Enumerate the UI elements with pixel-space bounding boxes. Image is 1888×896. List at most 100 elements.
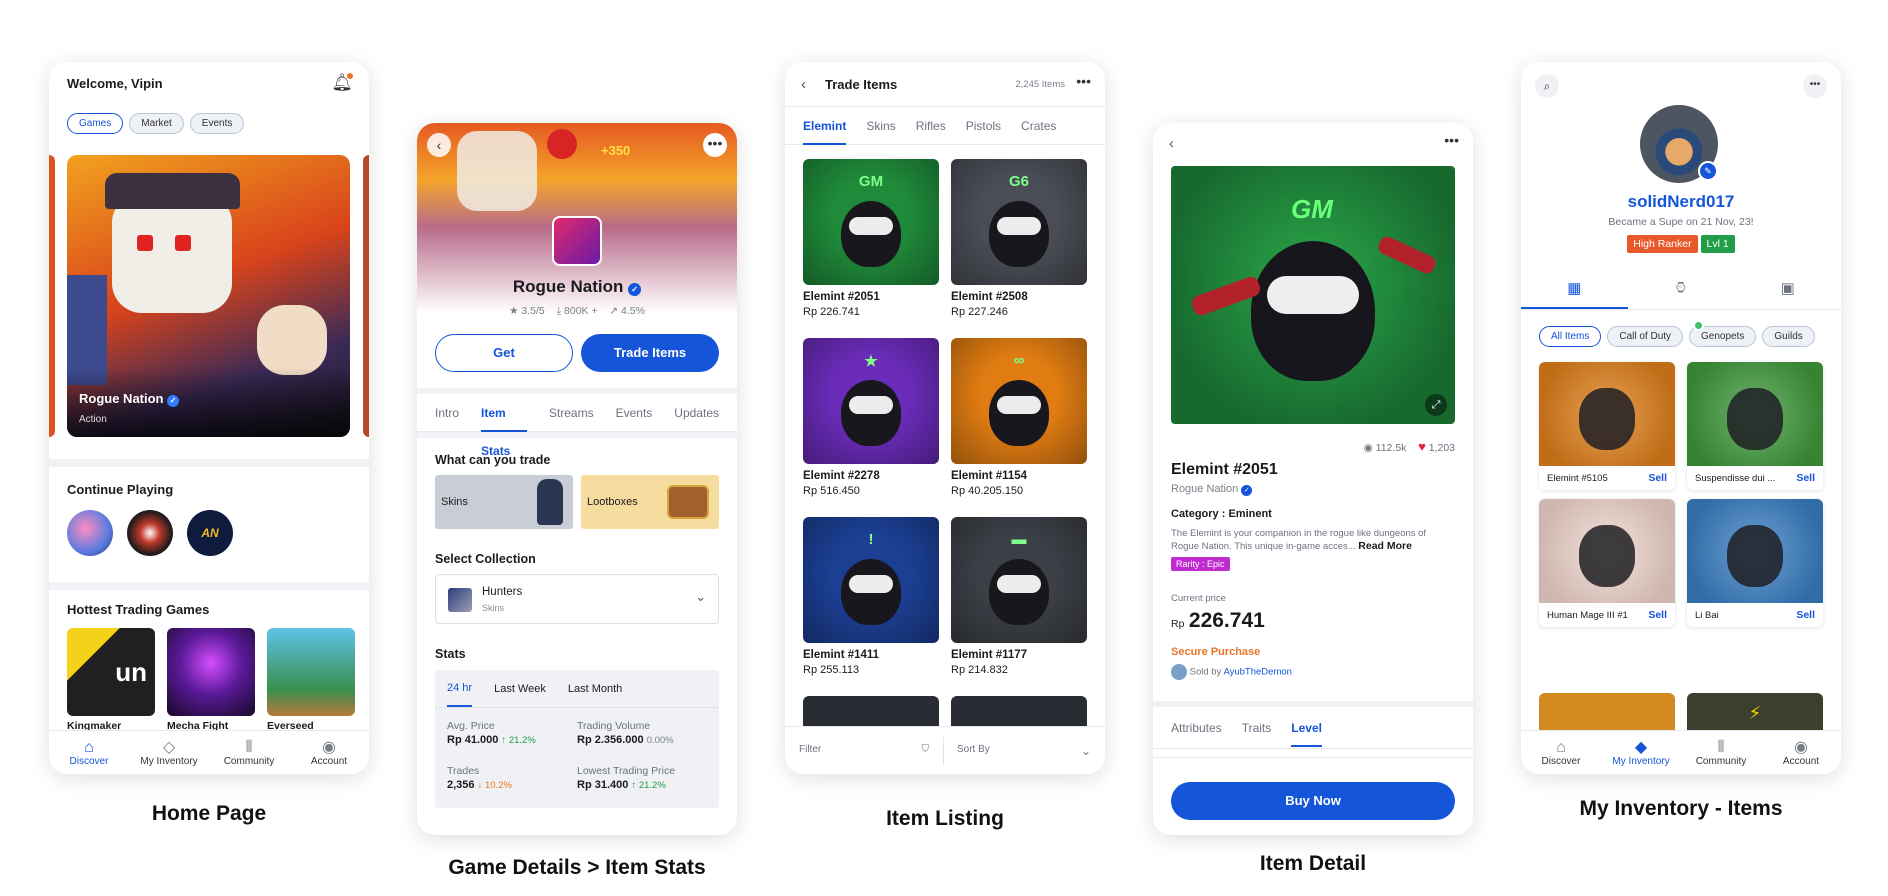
collection-title: Select Collection (435, 552, 536, 566)
avatar[interactable]: ✎ (1640, 105, 1718, 183)
item-mark: GM (1291, 194, 1333, 224)
growth: 4.5% (621, 305, 645, 317)
avg-price: Rp 41.000 (447, 734, 499, 746)
more-icon[interactable]: ••• (1444, 132, 1459, 148)
nav-community[interactable]: ⦀ Community (214, 739, 284, 767)
trade-type-lootboxes[interactable]: Lootboxes (581, 475, 719, 529)
item-price: Rp 255.113 (803, 664, 860, 676)
search-icon[interactable]: ⌕ (1535, 74, 1559, 98)
trade-items-button[interactable]: Trade Items (581, 334, 719, 372)
listing-item-card[interactable]: GM Elemint #2051 Rp 226.741 (803, 159, 939, 318)
collection-sub: Skins (482, 603, 505, 613)
tab-intro[interactable]: Intro (435, 394, 459, 432)
sort-button[interactable]: Sort By ⌄ (957, 744, 1091, 758)
back-button[interactable]: ‹ (427, 133, 451, 157)
filter-all-items[interactable]: All Items (1539, 326, 1602, 347)
continue-game-2[interactable] (127, 510, 173, 556)
listing-item-card[interactable]: ! Elemint #1411 Rp 255.113 (803, 517, 939, 676)
inventory-item-card[interactable]: Li Bai Sell (1687, 499, 1823, 627)
listing-item-card[interactable]: ▬ Elemint #1177 Rp 214.832 (951, 517, 1087, 676)
item-name: Elemint #2051 (1171, 461, 1278, 478)
filter-button[interactable]: Filter ⛉ (799, 744, 929, 755)
inventory-item-card[interactable]: Suspendisse dui ... Sell (1687, 362, 1823, 490)
account-icon: ◉ (322, 738, 336, 756)
tab-attributes[interactable]: Attributes (1171, 709, 1222, 747)
stats-tab-month[interactable]: Last Month (568, 683, 622, 695)
more-icon[interactable]: ••• (1076, 73, 1091, 89)
listing-item-card[interactable]: ∞ Elemint #1154 Rp 40.205.150 (951, 338, 1087, 497)
eye-icon: ◉ (1363, 442, 1373, 454)
game-details-screen: +350 ‹ ••• Rogue Nation ✓ ★ 3.5/5 ⤓ 800K… (417, 123, 737, 835)
badge-level: Lvl 1 (1700, 235, 1735, 253)
tab-skins[interactable]: Skins (866, 107, 895, 145)
bell-icon[interactable]: 🔔︎ (331, 73, 353, 93)
tab-elemint[interactable]: Elemint (803, 107, 847, 145)
tab-gallery[interactable]: ▣ (1734, 270, 1841, 309)
nav-discover[interactable]: ⌂ Discover (54, 739, 124, 767)
tab-pistols[interactable]: Pistols (966, 107, 1001, 145)
hottest-game-3[interactable]: Everseed (267, 628, 355, 732)
verified-icon: ✓ (628, 283, 642, 296)
sell-button[interactable]: Sell (1648, 609, 1667, 621)
listing-item-card[interactable]: G6 Elemint #2508 Rp 227.246 (951, 159, 1087, 318)
item-price: Rp 226.741 (803, 306, 860, 318)
chip-games[interactable]: Games (67, 113, 124, 134)
filter-guilds[interactable]: Guilds (1762, 326, 1815, 347)
nav-discover[interactable]: ⌂ Discover (1526, 739, 1596, 767)
sell-button[interactable]: Sell (1648, 472, 1667, 484)
stats-tab-24hr[interactable]: 24 hr (447, 671, 473, 707)
nav-inventory[interactable]: ◇ My Inventory (134, 739, 204, 767)
tab-traits[interactable]: Traits (1242, 709, 1272, 747)
stats-panel: 24 hr Last Week Last Month Avg. Price Rp… (435, 670, 719, 808)
nav-account[interactable]: ◉ Account (294, 739, 364, 767)
nav-account[interactable]: ◉ Account (1766, 739, 1836, 767)
filter-call-of-duty[interactable]: Call of Duty (1607, 326, 1684, 347)
caption-home: Home Page (151, 802, 267, 825)
back-icon[interactable]: ‹ (1169, 135, 1174, 152)
listing-item-card[interactable]: ★ Elemint #2278 Rp 516.450 (803, 338, 939, 497)
buy-now-button[interactable]: Buy Now (1171, 782, 1455, 820)
nav-community[interactable]: ⦀ Community (1686, 739, 1756, 767)
home-icon: ⌂ (84, 738, 94, 756)
hottest-game-2[interactable]: Mecha Fight (167, 628, 255, 732)
chip-events[interactable]: Events (189, 113, 245, 134)
edit-avatar-icon[interactable]: ✎ (1698, 161, 1718, 181)
tab-events[interactable]: Events (616, 394, 653, 432)
tab-rifles[interactable]: Rifles (916, 107, 946, 145)
get-button[interactable]: Get (435, 334, 573, 372)
item-name: Elemint #2278 (803, 470, 880, 482)
tab-crates[interactable]: Crates (1021, 107, 1056, 145)
item-game: Rogue Nation (1171, 483, 1239, 495)
item-image[interactable]: GM ⤢ (1171, 166, 1455, 424)
heart-icon[interactable]: ♥ (1418, 439, 1426, 454)
stats-tab-week[interactable]: Last Week (494, 683, 546, 695)
seller-link[interactable]: AyubTheDemon (1223, 667, 1291, 678)
tab-streams[interactable]: Streams (549, 394, 594, 432)
tab-item-stats[interactable]: Item Stats (481, 394, 527, 458)
nav-inventory[interactable]: ◆ My Inventory (1606, 739, 1676, 767)
continue-game-1[interactable] (67, 510, 113, 556)
tab-grid[interactable]: ▦ (1521, 270, 1628, 309)
continue-game-3[interactable]: AN (187, 510, 233, 556)
hottest-game-1[interactable]: un Kingmaker (67, 628, 155, 732)
sell-button[interactable]: Sell (1796, 609, 1815, 621)
tab-level[interactable]: Level (1291, 709, 1322, 747)
sell-button[interactable]: Sell (1796, 472, 1815, 484)
tab-updates[interactable]: Updates (674, 394, 719, 432)
inventory-item-card[interactable]: Elemint #5105 Sell (1539, 362, 1675, 490)
trade-type-skins[interactable]: Skins (435, 475, 573, 529)
chip-market[interactable]: Market (129, 113, 184, 134)
collection-select[interactable]: Hunters Skins ⌄ (435, 574, 719, 624)
seller-avatar (1171, 664, 1187, 680)
back-icon[interactable]: ‹ (801, 76, 806, 93)
item-name: Human Mage III #1 (1547, 610, 1628, 621)
watch-icon: ⌚︎ (1673, 280, 1689, 297)
expand-icon[interactable]: ⤢ (1425, 394, 1447, 416)
inventory-item-card[interactable]: Human Mage III #1 Sell (1539, 499, 1675, 627)
more-icon[interactable]: ••• (1803, 74, 1827, 98)
trade-title: What can you trade (435, 453, 551, 467)
read-more-link[interactable]: Read More (1358, 540, 1412, 552)
tab-collectibles[interactable]: ⌚︎ (1628, 270, 1735, 309)
hero-banner[interactable]: Rogue Nation ✓ Action (67, 155, 350, 437)
more-button[interactable]: ••• (703, 133, 727, 157)
